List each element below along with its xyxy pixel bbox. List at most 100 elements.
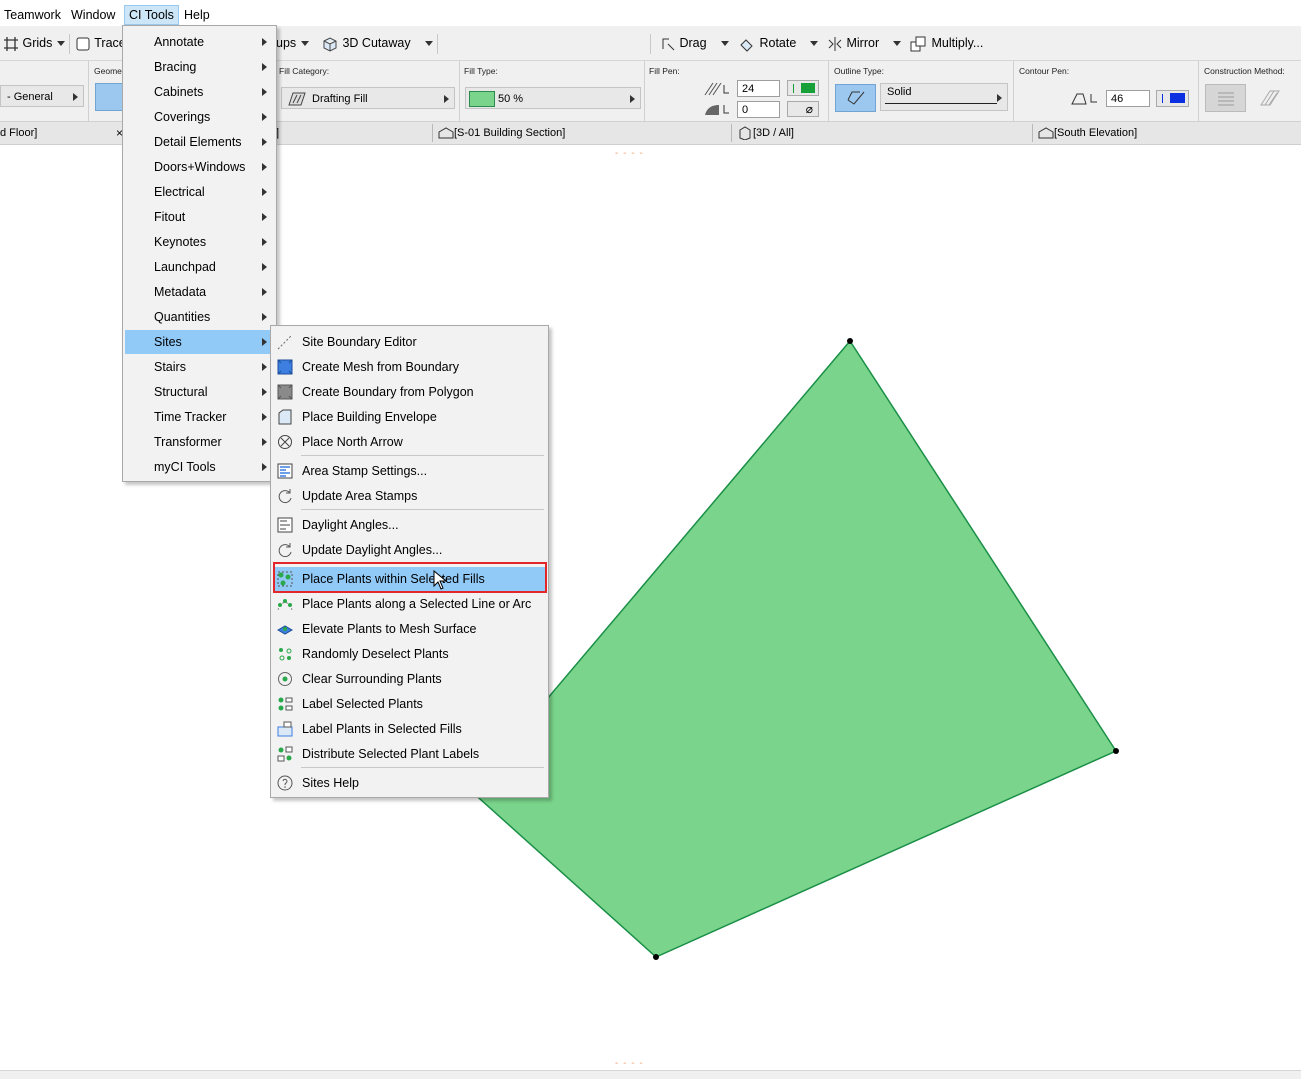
- tab-section[interactable]: [S-01 Building Section]: [438, 122, 565, 144]
- ci-menu-item-sites[interactable]: Sites: [125, 330, 273, 354]
- sites-item-distribute-labels[interactable]: Distribute Selected Plant Labels: [273, 742, 545, 766]
- area-stamp-icon: [277, 463, 293, 479]
- ci-menu-item-stairs[interactable]: Stairs: [125, 355, 273, 379]
- menu-bar: Teamwork Window CI Tools Help: [0, 0, 1301, 26]
- construction-method-label: Construction Method:: [1204, 66, 1285, 76]
- sites-item-create-mesh[interactable]: Create Mesh from Boundary: [273, 355, 545, 379]
- grid-icon: [4, 36, 18, 51]
- multiply-button[interactable]: Multiply...: [910, 34, 983, 52]
- ci-menu-item-quantities[interactable]: Quantities: [125, 305, 273, 329]
- geometry-method-button[interactable]: [95, 83, 125, 111]
- construction-method-polygon-button[interactable]: [1205, 84, 1246, 112]
- rotate-button[interactable]: Rotate: [738, 34, 819, 52]
- fill-category-select[interactable]: Drafting Fill: [281, 87, 455, 109]
- distribute-labels-icon: [277, 746, 293, 762]
- fill-swatch-icon: [469, 91, 495, 107]
- sites-item-randomly-deselect[interactable]: Randomly Deselect Plants: [273, 642, 545, 666]
- menu-help[interactable]: Help: [180, 4, 214, 24]
- tab-floor-plan[interactable]: d Floor]: [0, 122, 37, 144]
- sites-item-site-boundary-editor[interactable]: Site Boundary Editor: [273, 330, 545, 354]
- label-fills-icon: [277, 721, 293, 737]
- ci-menu-item-keynotes[interactable]: Keynotes: [125, 230, 273, 254]
- split-handle-bottom[interactable]: - - - -: [615, 1058, 644, 1069]
- ci-menu-item-bracing[interactable]: Bracing: [125, 55, 273, 79]
- drag-button[interactable]: Drag: [660, 34, 729, 52]
- mesh-icon: [277, 359, 293, 375]
- ci-menu-item-electrical[interactable]: Electrical: [125, 180, 273, 204]
- menu-window[interactable]: Window: [67, 4, 119, 24]
- menu-ci-tools[interactable]: CI Tools: [124, 5, 179, 25]
- sites-item-place-building-envelope[interactable]: Place Building Envelope: [273, 405, 545, 429]
- sites-item-label-plants-in-fills[interactable]: Label Plants in Selected Fills: [273, 717, 545, 741]
- help-icon: [277, 775, 293, 791]
- layer-select[interactable]: - General: [0, 85, 84, 107]
- outline-type-select[interactable]: Solid: [880, 83, 1008, 111]
- tab-3d[interactable]: [3D / All]: [737, 122, 794, 144]
- sites-item-update-daylight-angles[interactable]: Update Daylight Angles...: [273, 538, 545, 562]
- grids-button[interactable]: Grids: [3, 34, 66, 52]
- contour-pen-input[interactable]: 46: [1106, 90, 1150, 107]
- background-pen-color-button[interactable]: ⌀: [787, 101, 819, 117]
- mirror-button[interactable]: Mirror: [827, 34, 902, 52]
- fill-pen-input[interactable]: 24: [737, 80, 780, 97]
- sites-item-elevate-plants[interactable]: Elevate Plants to Mesh Surface: [273, 617, 545, 641]
- ci-menu-item-detail-elements[interactable]: Detail Elements: [125, 130, 273, 154]
- elevation-tab-icon: [1038, 127, 1054, 139]
- selected-fill-polygon[interactable]: [468, 339, 1118, 958]
- menu-separator: [301, 509, 544, 510]
- rectangle-method-icon[interactable]: [1259, 89, 1281, 107]
- sites-item-place-north-arrow[interactable]: Place North Arrow: [273, 430, 545, 454]
- sites-item-place-plants-along-line[interactable]: Place Plants along a Selected Line or Ar…: [273, 592, 545, 616]
- ci-menu-item-metadata[interactable]: Metadata: [125, 280, 273, 304]
- pencil-line-icon: [277, 334, 293, 350]
- drafting-fill-icon: [288, 92, 306, 106]
- ci-menu-item-launchpad[interactable]: Launchpad: [125, 255, 273, 279]
- building-envelope-icon: [278, 409, 292, 425]
- fill-node[interactable]: [653, 954, 659, 960]
- ci-menu-item-cabinets[interactable]: Cabinets: [125, 80, 273, 104]
- 3d-tab-icon: [739, 126, 751, 141]
- layer-value: - General: [7, 91, 53, 103]
- grids-label: Grids: [22, 36, 53, 50]
- ci-menu-item-doors-windows[interactable]: Doors+Windows: [125, 155, 273, 179]
- ci-menu-item-coverings[interactable]: Coverings: [125, 105, 273, 129]
- mirror-icon: [828, 36, 842, 51]
- sites-item-create-boundary[interactable]: Create Boundary from Polygon: [273, 380, 545, 404]
- background-pen-input[interactable]: 0: [737, 101, 780, 118]
- sites-item-label-selected-plants[interactable]: Label Selected Plants: [273, 692, 545, 716]
- menu-teamwork[interactable]: Teamwork: [0, 4, 65, 24]
- groups-button[interactable]: ups: [276, 34, 310, 52]
- outline-icon: [847, 91, 865, 105]
- cutaway-button[interactable]: 3D Cutaway: [321, 34, 433, 52]
- trace-button[interactable]: Trace: [75, 34, 126, 52]
- sites-item-daylight-angles[interactable]: Daylight Angles...: [273, 513, 545, 537]
- refresh-icon: [278, 543, 292, 558]
- tab-elevation[interactable]: [South Elevation]: [1038, 122, 1137, 144]
- fill-type-select[interactable]: 50 %: [465, 87, 641, 109]
- sites-item-clear-surrounding[interactable]: Clear Surrounding Plants: [273, 667, 545, 691]
- fill-category-value: Drafting Fill: [312, 93, 368, 105]
- ci-menu-item-fitout[interactable]: Fitout: [125, 205, 273, 229]
- sites-item-area-stamp-settings[interactable]: Area Stamp Settings...: [273, 459, 545, 483]
- label-plants-icon: [278, 697, 293, 711]
- sites-item-help[interactable]: Sites Help: [273, 771, 545, 795]
- ci-menu-item-transformer[interactable]: Transformer: [125, 430, 273, 454]
- section-tab-icon: [438, 127, 454, 139]
- drag-label: Drag: [679, 36, 707, 50]
- cube-icon: [323, 37, 337, 52]
- mirror-label: Mirror: [846, 36, 880, 50]
- ci-menu-item-structural[interactable]: Structural: [125, 380, 273, 404]
- ci-menu-item-time-tracker[interactable]: Time Tracker: [125, 405, 273, 429]
- outline-toggle-button[interactable]: [835, 84, 876, 112]
- ci-menu-item-annotate[interactable]: Annotate: [125, 30, 273, 54]
- contour-pen-icon: [1071, 93, 1097, 105]
- rotate-label: Rotate: [759, 36, 797, 50]
- sites-item-update-area-stamps[interactable]: Update Area Stamps: [273, 484, 545, 508]
- contour-pen-color-button[interactable]: [1156, 90, 1189, 107]
- fill-node[interactable]: [1113, 748, 1119, 754]
- fill-pen-icon: [704, 82, 729, 96]
- ci-menu-item-myci-tools[interactable]: myCI Tools: [125, 455, 273, 479]
- fill-node[interactable]: [847, 338, 853, 344]
- outline-type-label: Outline Type:: [834, 66, 884, 76]
- fill-pen-color-button[interactable]: [787, 80, 819, 96]
